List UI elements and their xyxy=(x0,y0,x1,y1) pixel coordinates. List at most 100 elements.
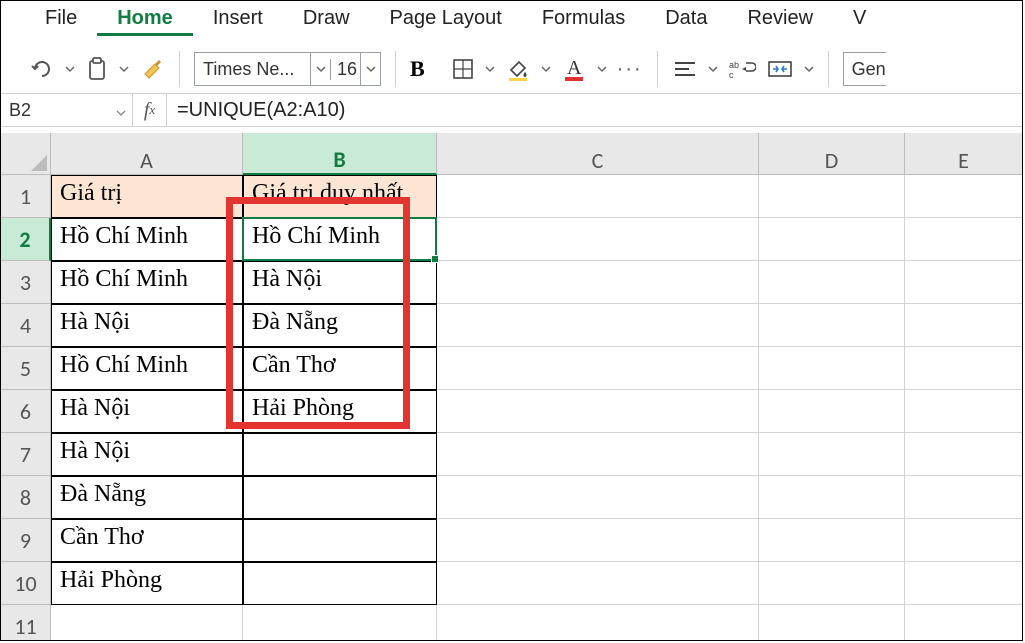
cell-C2[interactable] xyxy=(437,218,759,261)
menu-data[interactable]: Data xyxy=(645,3,727,36)
font-size-caret-icon[interactable] xyxy=(360,53,380,85)
font-name-select[interactable]: Times Ne... 16 xyxy=(194,52,381,86)
cell-D3[interactable] xyxy=(759,261,905,304)
col-header-E[interactable]: E xyxy=(905,133,1022,175)
cell-A3[interactable]: Hồ Chí Minh xyxy=(51,261,243,304)
row-header-11[interactable]: 11 xyxy=(1,605,51,640)
menu-file[interactable]: File xyxy=(25,3,97,36)
cell-D10[interactable] xyxy=(759,562,905,605)
borders-button[interactable] xyxy=(451,57,475,81)
row-header-1[interactable]: 1 xyxy=(1,175,51,218)
fx-icon[interactable]: fx xyxy=(133,94,167,126)
cell-E9[interactable] xyxy=(905,519,1022,562)
clipboard-button[interactable] xyxy=(85,56,109,82)
cell-C3[interactable] xyxy=(437,261,759,304)
row-header-6[interactable]: 6 xyxy=(1,390,51,433)
fill-color-button[interactable] xyxy=(505,56,531,82)
cell-D1[interactable] xyxy=(759,175,905,218)
row-header-10[interactable]: 10 xyxy=(1,562,51,605)
cell-D7[interactable] xyxy=(759,433,905,476)
cell-C5[interactable] xyxy=(437,347,759,390)
cell-E3[interactable] xyxy=(905,261,1022,304)
select-all-corner[interactable] xyxy=(1,133,51,175)
cell-B10[interactable] xyxy=(243,562,437,605)
undo-button[interactable] xyxy=(29,57,55,81)
cell-C9[interactable] xyxy=(437,519,759,562)
name-box-caret-icon[interactable] xyxy=(116,101,126,122)
cell-A1[interactable]: Giá trị xyxy=(51,175,243,218)
cell-C1[interactable] xyxy=(437,175,759,218)
cell-E10[interactable] xyxy=(905,562,1022,605)
cell-E8[interactable] xyxy=(905,476,1022,519)
menu-review[interactable]: Review xyxy=(727,3,833,36)
col-header-D[interactable]: D xyxy=(759,133,905,175)
font-name-caret-icon[interactable] xyxy=(310,53,330,85)
cell-E7[interactable] xyxy=(905,433,1022,476)
merge-caret-icon[interactable] xyxy=(804,65,814,73)
font-size-value[interactable]: 16 xyxy=(330,59,360,80)
cell-D5[interactable] xyxy=(759,347,905,390)
cell-A11[interactable] xyxy=(51,605,243,640)
cell-A5[interactable]: Hồ Chí Minh xyxy=(51,347,243,390)
col-header-B[interactable]: B xyxy=(243,133,437,175)
formula-input[interactable]: =UNIQUE(A2:A10) xyxy=(167,94,1022,126)
menu-draw[interactable]: Draw xyxy=(283,3,370,36)
cell-B7[interactable] xyxy=(243,433,437,476)
cell-E5[interactable] xyxy=(905,347,1022,390)
cell-C11[interactable] xyxy=(437,605,759,640)
row-header-8[interactable]: 8 xyxy=(1,476,51,519)
menu-insert[interactable]: Insert xyxy=(193,3,283,36)
row-header-9[interactable]: 9 xyxy=(1,519,51,562)
cell-C8[interactable] xyxy=(437,476,759,519)
cell-B1[interactable]: Giá trị duy nhất xyxy=(243,175,437,218)
row-header-3[interactable]: 3 xyxy=(1,261,51,304)
undo-caret-icon[interactable] xyxy=(65,65,75,73)
cell-A7[interactable]: Hà Nội xyxy=(51,433,243,476)
merge-button[interactable] xyxy=(766,57,794,81)
cell-D8[interactable] xyxy=(759,476,905,519)
cell-B3[interactable]: Hà Nội xyxy=(243,261,437,304)
cell-D11[interactable] xyxy=(759,605,905,640)
cell-D2[interactable] xyxy=(759,218,905,261)
menu-formulas[interactable]: Formulas xyxy=(522,3,645,36)
menu-view-cut[interactable]: V xyxy=(833,3,886,36)
cell-B9[interactable] xyxy=(243,519,437,562)
cell-B11[interactable] xyxy=(243,605,437,640)
cell-B8[interactable] xyxy=(243,476,437,519)
wrap-text-icon[interactable]: abc xyxy=(728,57,756,81)
cell-A8[interactable]: Đà Nẵng xyxy=(51,476,243,519)
cell-D6[interactable] xyxy=(759,390,905,433)
cell-E1[interactable] xyxy=(905,175,1022,218)
cell-C4[interactable] xyxy=(437,304,759,347)
row-header-4[interactable]: 4 xyxy=(1,304,51,347)
cell-A6[interactable]: Hà Nội xyxy=(51,390,243,433)
cell-A10[interactable]: Hải Phòng xyxy=(51,562,243,605)
format-painter-button[interactable] xyxy=(139,56,165,82)
cell-D4[interactable] xyxy=(759,304,905,347)
fill-color-caret-icon[interactable] xyxy=(541,65,551,73)
align-caret-icon[interactable] xyxy=(708,65,718,73)
borders-caret-icon[interactable] xyxy=(485,65,495,73)
font-color-caret-icon[interactable] xyxy=(597,65,607,73)
cell-E6[interactable] xyxy=(905,390,1022,433)
col-header-A[interactable]: A xyxy=(51,133,243,175)
font-color-button[interactable]: A xyxy=(561,56,587,82)
align-button[interactable] xyxy=(672,58,698,80)
cell-B4[interactable]: Đà Nẵng xyxy=(243,304,437,347)
row-header-5[interactable]: 5 xyxy=(1,347,51,390)
row-header-7[interactable]: 7 xyxy=(1,433,51,476)
cell-B2[interactable]: Hồ Chí Minh xyxy=(243,218,437,261)
cell-A2[interactable]: Hồ Chí Minh xyxy=(51,218,243,261)
bold-button[interactable]: B xyxy=(410,56,425,82)
cell-A4[interactable]: Hà Nội xyxy=(51,304,243,347)
clipboard-caret-icon[interactable] xyxy=(119,65,129,73)
cell-D9[interactable] xyxy=(759,519,905,562)
menu-page-layout[interactable]: Page Layout xyxy=(370,3,522,36)
cell-E4[interactable] xyxy=(905,304,1022,347)
cell-E2[interactable] xyxy=(905,218,1022,261)
cell-C6[interactable] xyxy=(437,390,759,433)
cell-A9[interactable]: Cần Thơ xyxy=(51,519,243,562)
more-font-button[interactable]: ··· xyxy=(617,58,643,81)
cell-B6[interactable]: Hải Phòng xyxy=(243,390,437,433)
name-box[interactable]: B2 xyxy=(1,94,133,126)
